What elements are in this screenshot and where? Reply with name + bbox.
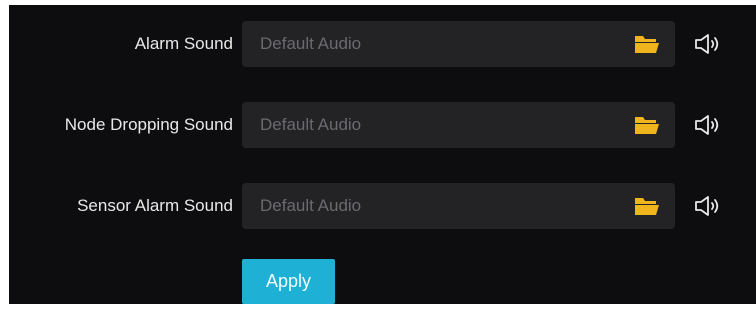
alarm-sound-row: Alarm Sound Default Audio — [9, 21, 756, 67]
speaker-icon[interactable] — [694, 113, 722, 137]
page: Alarm Sound Default Audio Node Dropping … — [0, 0, 756, 309]
folder-icon[interactable] — [634, 196, 660, 216]
folder-icon[interactable] — [634, 34, 660, 54]
sensor-alarm-sound-field[interactable]: Default Audio — [242, 183, 675, 229]
sensor-alarm-sound-value: Default Audio — [260, 196, 362, 215]
node-dropping-sound-label: Node Dropping Sound — [64, 115, 233, 134]
alarm-sound-field[interactable]: Default Audio — [242, 21, 675, 67]
speaker-icon[interactable] — [694, 32, 722, 56]
alarm-sound-label: Alarm Sound — [134, 34, 233, 53]
apply-button[interactable]: Apply — [242, 259, 335, 304]
node-dropping-sound-field[interactable]: Default Audio — [242, 102, 675, 148]
alarm-sound-value: Default Audio — [260, 34, 362, 53]
node-dropping-sound-value: Default Audio — [260, 115, 362, 134]
sensor-alarm-sound-label: Sensor Alarm Sound — [77, 196, 233, 215]
sensor-alarm-sound-row: Sensor Alarm Sound Default Audio — [9, 183, 756, 229]
folder-icon[interactable] — [634, 115, 660, 135]
speaker-icon[interactable] — [694, 194, 722, 218]
node-dropping-sound-row: Node Dropping Sound Default Audio — [9, 102, 756, 148]
sound-settings-panel: Alarm Sound Default Audio Node Dropping … — [9, 5, 756, 304]
